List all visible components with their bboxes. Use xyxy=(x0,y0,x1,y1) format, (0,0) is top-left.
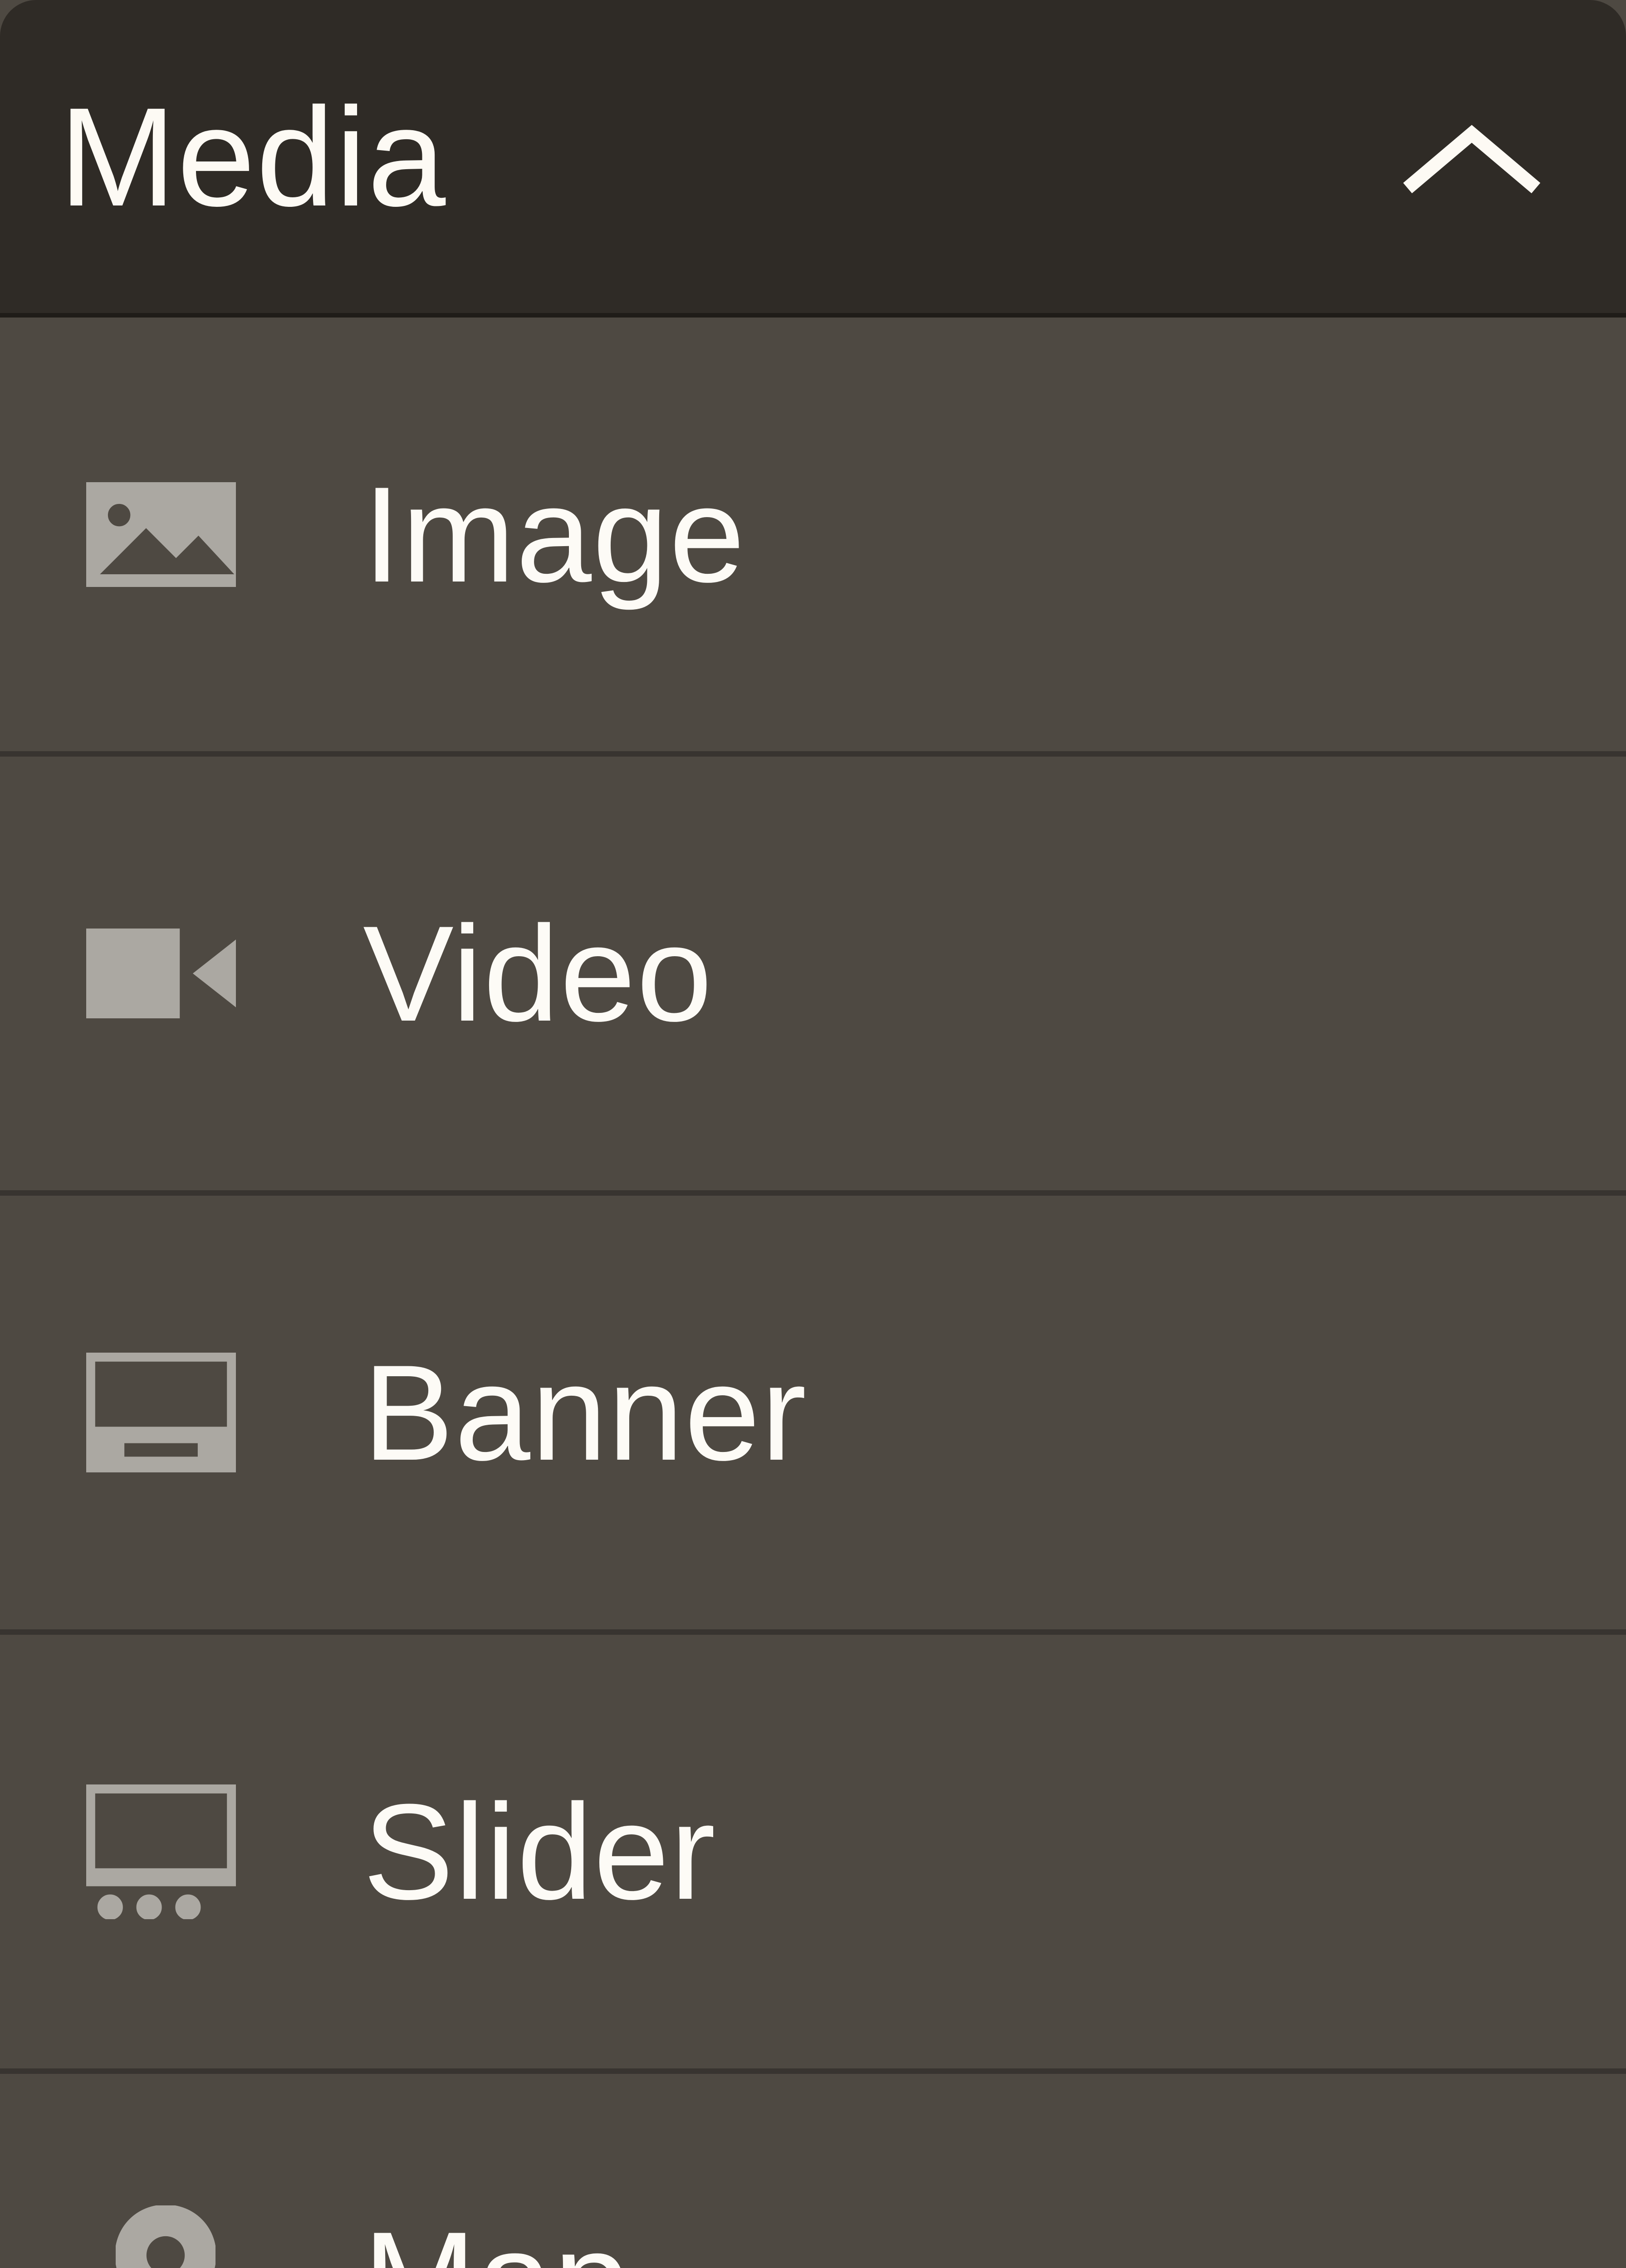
chevron-up-icon xyxy=(1399,116,1544,197)
media-item-label: Image xyxy=(363,456,746,613)
banner-icon xyxy=(86,1333,245,1492)
map-pin-icon xyxy=(86,2201,245,2268)
media-item-label: Map xyxy=(363,2201,631,2268)
media-panel: Media Image xyxy=(0,0,1626,2268)
media-item-video[interactable]: Video xyxy=(0,757,1626,1196)
image-icon xyxy=(86,455,245,614)
slider-icon xyxy=(86,1772,245,1931)
media-item-image[interactable]: Image xyxy=(0,318,1626,757)
video-icon xyxy=(86,894,245,1053)
media-item-map[interactable]: Map xyxy=(0,2074,1626,2268)
media-item-banner[interactable]: Banner xyxy=(0,1196,1626,1635)
media-item-label: Slider xyxy=(363,1773,716,1930)
section-title: Media xyxy=(59,76,446,238)
media-item-label: Video xyxy=(363,895,713,1052)
media-item-slider[interactable]: Slider xyxy=(0,1635,1626,2074)
media-list: Image Video Banner xyxy=(0,318,1626,2268)
media-section-header[interactable]: Media xyxy=(0,0,1626,318)
media-item-label: Banner xyxy=(363,1334,807,1491)
